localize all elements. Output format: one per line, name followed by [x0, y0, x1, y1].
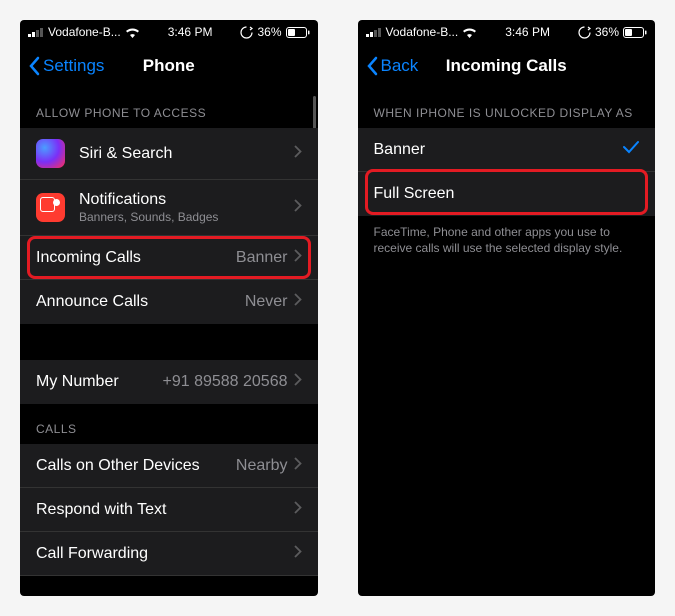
wifi-icon	[462, 27, 477, 38]
back-label: Settings	[43, 56, 104, 76]
sync-icon	[240, 26, 253, 39]
time-label: 3:46 PM	[505, 25, 550, 39]
page-title: Phone	[143, 56, 195, 76]
cell-value: Nearby	[236, 457, 288, 475]
section-header-calls: CALLS	[20, 404, 318, 444]
chevron-right-icon	[294, 373, 302, 391]
cell-label: Respond with Text	[36, 501, 294, 519]
chevron-left-icon	[366, 56, 378, 76]
notifications-icon	[36, 193, 65, 222]
cell-label: Siri & Search	[79, 145, 294, 163]
chevron-right-icon	[294, 145, 302, 163]
cell-incoming-calls[interactable]: Incoming Calls Banner	[20, 236, 318, 280]
content-scroll[interactable]: WHEN IPHONE IS UNLOCKED DISPLAY AS Banne…	[358, 88, 656, 596]
cell-label: Announce Calls	[36, 293, 245, 311]
checkmark-icon	[623, 140, 639, 159]
carrier-label: Vodafone-B...	[48, 25, 121, 39]
battery-percent: 36%	[257, 25, 281, 39]
nav-bar: Settings Phone	[20, 44, 318, 88]
cell-subtitle: Banners, Sounds, Badges	[79, 210, 294, 224]
signal-icon	[366, 27, 382, 37]
chevron-right-icon	[294, 501, 302, 519]
cell-label: Notifications Banners, Sounds, Badges	[79, 191, 294, 224]
siri-icon	[36, 139, 65, 168]
chevron-right-icon	[294, 249, 302, 267]
cell-label: My Number	[36, 373, 162, 391]
status-bar: Vodafone-B... 3:46 PM 36%	[20, 20, 318, 44]
time-label: 3:46 PM	[168, 25, 213, 39]
chevron-right-icon	[294, 199, 302, 217]
cell-value: Never	[245, 293, 288, 311]
battery-icon	[286, 27, 310, 38]
option-label: Full Screen	[374, 185, 640, 203]
back-button[interactable]: Back	[366, 56, 419, 76]
cell-other-devices[interactable]: Calls on Other Devices Nearby	[20, 444, 318, 488]
content-scroll[interactable]: ALLOW PHONE TO ACCESS Siri & Search Noti…	[20, 88, 318, 596]
status-bar: Vodafone-B... 3:46 PM 36%	[358, 20, 656, 44]
option-banner[interactable]: Banner	[358, 128, 656, 172]
back-label: Back	[381, 56, 419, 76]
chevron-left-icon	[28, 56, 40, 76]
carrier-label: Vodafone-B...	[386, 25, 459, 39]
phone-settings-screen: Vodafone-B... 3:46 PM 36% Settings Phone…	[20, 20, 318, 596]
section-header-display: WHEN IPHONE IS UNLOCKED DISPLAY AS	[358, 88, 656, 128]
option-full-screen[interactable]: Full Screen	[358, 172, 656, 216]
wifi-icon	[125, 27, 140, 38]
chevron-right-icon	[294, 545, 302, 563]
cell-label: Incoming Calls	[36, 249, 236, 267]
chevron-right-icon	[294, 293, 302, 311]
cell-siri-search[interactable]: Siri & Search	[20, 128, 318, 180]
chevron-right-icon	[294, 457, 302, 475]
cell-label: Calls on Other Devices	[36, 457, 236, 475]
nav-bar: Back Incoming Calls	[358, 44, 656, 88]
section-footer: FaceTime, Phone and other apps you use t…	[358, 216, 656, 264]
cell-value: +91 89588 20568	[162, 373, 287, 391]
sync-icon	[578, 26, 591, 39]
back-button[interactable]: Settings	[28, 56, 104, 76]
cell-notifications[interactable]: Notifications Banners, Sounds, Badges	[20, 180, 318, 236]
battery-icon	[623, 27, 647, 38]
cell-announce-calls[interactable]: Announce Calls Never	[20, 280, 318, 324]
incoming-calls-screen: Vodafone-B... 3:46 PM 36% Back Incoming …	[358, 20, 656, 596]
section-header-allow: ALLOW PHONE TO ACCESS	[20, 88, 318, 128]
cell-value: Banner	[236, 249, 288, 267]
battery-percent: 36%	[595, 25, 619, 39]
cell-my-number[interactable]: My Number +91 89588 20568	[20, 360, 318, 404]
cell-call-forwarding[interactable]: Call Forwarding	[20, 532, 318, 576]
cell-respond-text[interactable]: Respond with Text	[20, 488, 318, 532]
cell-label: Call Forwarding	[36, 545, 294, 563]
signal-icon	[28, 27, 44, 37]
page-title: Incoming Calls	[446, 56, 567, 76]
option-label: Banner	[374, 141, 624, 159]
